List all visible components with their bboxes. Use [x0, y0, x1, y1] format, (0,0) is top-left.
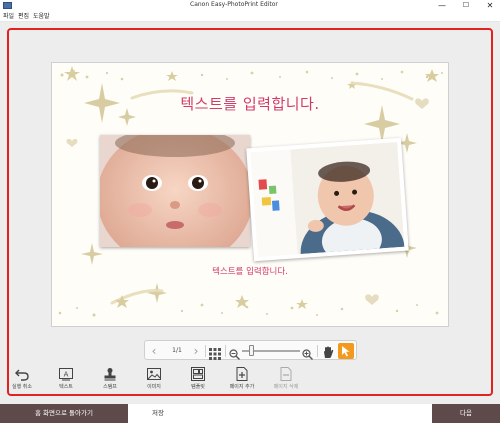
page-indicator: 1/1 — [172, 347, 182, 354]
template-icon — [191, 366, 205, 381]
divider — [205, 345, 206, 357]
baby-photo-left[interactable] — [100, 135, 250, 247]
stamp-tool-button[interactable]: 스탬프 — [88, 366, 132, 394]
view-toolbar: ‹ 1/1 › — [144, 340, 357, 360]
image-icon — [147, 366, 161, 380]
menu-help[interactable]: 도움말 — [33, 12, 50, 22]
delete-page-button[interactable]: 페이지 삭제 — [264, 366, 308, 394]
delete-page-icon — [279, 366, 293, 381]
zoom-slider-handle[interactable] — [249, 345, 254, 356]
undo-icon — [15, 366, 29, 381]
prev-page-button[interactable]: ‹ — [147, 341, 161, 361]
zoom-in-icon[interactable] — [302, 345, 313, 360]
divider — [225, 345, 226, 357]
text-tool-button[interactable]: A 텍스트 — [44, 366, 88, 394]
minimize-button[interactable]: — — [434, 0, 450, 11]
grid-view-icon[interactable] — [209, 345, 221, 360]
menu-edit[interactable]: 편집 — [18, 12, 29, 22]
text-icon: A — [59, 366, 73, 381]
menu-file[interactable]: 파일 — [3, 12, 14, 22]
next-page-button[interactable]: › — [189, 341, 203, 361]
select-tool-icon[interactable] — [338, 343, 354, 359]
svg-text:A: A — [64, 371, 69, 379]
stamp-icon — [103, 366, 117, 381]
zoom-out-icon[interactable] — [229, 345, 240, 360]
image-tool-button[interactable]: 이미지 — [132, 366, 176, 394]
template-tool-button[interactable]: 템플릿 — [176, 366, 220, 394]
layout-canvas[interactable]: 텍스트를 입력합니다. 텍스트를 입력합니다. — [51, 62, 449, 327]
canvas-subtitle-text[interactable]: 텍스트를 입력합니다. — [52, 265, 448, 277]
save-button[interactable]: 저장 — [128, 404, 188, 423]
canvas-title-text[interactable]: 텍스트를 입력합니다. — [52, 93, 448, 114]
undo-button[interactable]: 실행 취소 — [0, 366, 44, 394]
hand-tool-icon[interactable] — [322, 344, 334, 358]
close-button[interactable]: ✕ — [482, 0, 498, 11]
add-page-button[interactable]: 페이지 추가 — [220, 366, 264, 394]
menu-bar: 파일 편집 도움말 — [0, 12, 500, 22]
maximize-button[interactable]: ☐ — [458, 0, 474, 11]
divider — [317, 345, 318, 357]
footer-bar: 홈 화면으로 돌아가기 저장 다음 — [0, 404, 500, 423]
edit-tools: 실행 취소 A 텍스트 스탬프 이미지 템플릿 페이지 추가 페이지 삭제 — [0, 364, 500, 394]
title-bar: Canon Easy-PhotoPrint Editor — ☐ ✕ — [0, 0, 500, 12]
next-button[interactable]: 다음 — [432, 404, 500, 423]
back-to-home-button[interactable]: 홈 화면으로 돌아가기 — [0, 404, 128, 423]
add-page-icon — [235, 366, 249, 381]
app-icon — [3, 2, 12, 9]
baby-photo-right[interactable] — [246, 137, 409, 262]
window-title: Canon Easy-PhotoPrint Editor — [190, 1, 278, 8]
